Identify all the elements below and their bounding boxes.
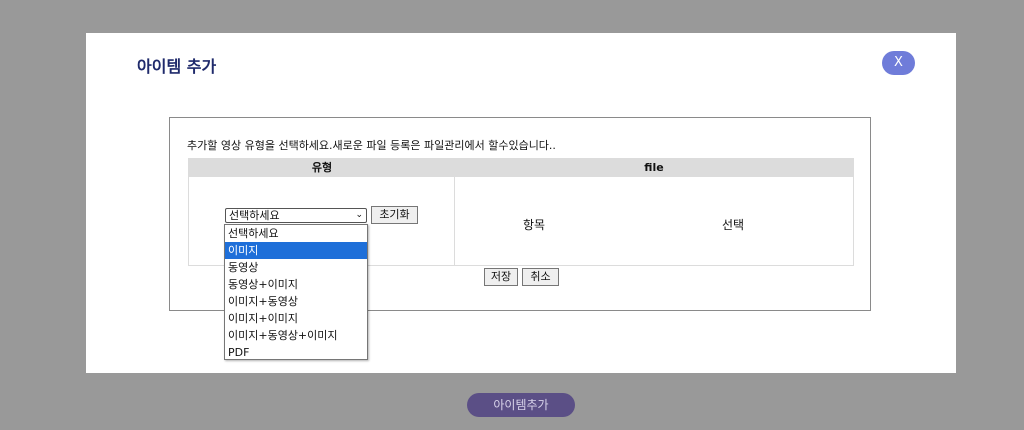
file-column-header: file xyxy=(455,159,853,177)
modal-title: 아이템 추가 xyxy=(137,57,217,76)
dropdown-option[interactable]: 이미지+동영상 xyxy=(225,293,367,310)
dropdown-option[interactable]: 선택하세요 xyxy=(225,225,367,242)
dropdown-option[interactable]: 동영상 xyxy=(225,259,367,276)
dropdown-option[interactable]: 동영상+이미지 xyxy=(225,276,367,293)
type-column-header: 유형 xyxy=(189,159,455,177)
reset-button[interactable]: 초기화 xyxy=(371,206,418,224)
close-button[interactable]: X xyxy=(882,51,915,75)
type-dropdown-list: 선택하세요 이미지 동영상 동영상+이미지 이미지+동영상 이미지+이미지 이미… xyxy=(224,224,368,360)
dropdown-option[interactable]: 이미지+동영상+이미지 xyxy=(225,327,367,344)
add-item-button[interactable]: 아이템추가 xyxy=(467,393,575,417)
dropdown-option-highlighted[interactable]: 이미지 xyxy=(225,242,367,259)
item-label: 항목 xyxy=(523,218,546,232)
type-select[interactable]: 선택하세요 ⌄ xyxy=(225,208,367,223)
column-divider xyxy=(454,177,455,265)
cancel-button[interactable]: 취소 xyxy=(522,268,559,286)
dropdown-option[interactable]: 이미지+이미지 xyxy=(225,310,367,327)
type-select-value: 선택하세요 xyxy=(229,209,280,222)
dropdown-option[interactable]: PDF xyxy=(225,344,367,361)
add-item-modal: 아이템 추가 X 추가할 영상 유형을 선택하세요.새로운 파일 등록은 파일관… xyxy=(86,33,956,373)
chevron-down-icon: ⌄ xyxy=(355,210,363,220)
instruction-text: 추가할 영상 유형을 선택하세요.새로운 파일 등록은 파일관리에서 할수있습니… xyxy=(187,139,556,152)
save-button[interactable]: 저장 xyxy=(484,268,518,286)
choose-label: 선택 xyxy=(722,218,745,232)
